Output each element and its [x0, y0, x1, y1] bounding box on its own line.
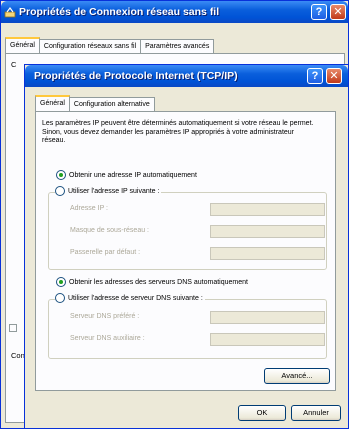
- inner-title-text: Propriétés de Protocole Internet (TCP/IP…: [34, 70, 238, 82]
- inner-tab-panel: Les paramètres IP peuvent être déterminé…: [35, 111, 336, 391]
- outer-close-button[interactable]: ✕: [330, 4, 346, 20]
- ip-manual-radio[interactable]: Utiliser l'adresse IP suivante :: [55, 186, 162, 196]
- dns-groupbox: [48, 299, 327, 359]
- ip-address-input[interactable]: [210, 203, 325, 216]
- cancel-button[interactable]: Annuler: [291, 405, 341, 421]
- ip-address-row: Adresse IP :: [70, 203, 325, 217]
- inner-tab-alternative-config[interactable]: Configuration alternative: [68, 97, 155, 111]
- ok-button[interactable]: OK: [238, 405, 286, 421]
- subnet-mask-label: Masque de sous-réseau :: [70, 227, 149, 234]
- outer-tab-advanced[interactable]: Paramètres avancés: [140, 39, 215, 53]
- alternate-dns-label: Serveur DNS auxiliaire :: [70, 335, 145, 342]
- ip-description: Les paramètres IP peuvent être déterminé…: [42, 120, 314, 144]
- outer-partial-text: Con: [11, 351, 25, 360]
- dns-auto-radio-dot: [56, 277, 66, 287]
- network-icon: [4, 7, 16, 18]
- ip-manual-label: Utiliser l'adresse IP suivante :: [68, 187, 160, 195]
- ip-manual-radio-dot: [55, 186, 65, 196]
- preferred-dns-row: Serveur DNS préféré :: [70, 311, 325, 325]
- subnet-mask-input[interactable]: [210, 225, 325, 238]
- ip-auto-radio[interactable]: Obtenir une adresse IP automatiquement: [56, 170, 197, 180]
- alternate-dns-row: Serveur DNS auxiliaire :: [70, 333, 325, 347]
- advanced-button[interactable]: Avancé...: [264, 368, 330, 384]
- ip-auto-radio-dot: [56, 170, 66, 180]
- inner-title-bar[interactable]: Propriétés de Protocole Internet (TCP/IP…: [25, 65, 348, 87]
- alternate-dns-input[interactable]: [210, 333, 325, 346]
- outer-title-text: Propriétés de Connexion réseau sans fil: [19, 6, 220, 18]
- outer-help-button[interactable]: ?: [311, 4, 327, 20]
- gateway-label: Passerelle par défaut :: [70, 249, 141, 256]
- inner-help-button[interactable]: ?: [307, 68, 323, 84]
- ip-auto-label: Obtenir une adresse IP automatiquement: [69, 171, 197, 179]
- gateway-row: Passerelle par défaut :: [70, 247, 325, 261]
- dns-auto-radio[interactable]: Obtenir les adresses des serveurs DNS au…: [56, 277, 248, 287]
- gateway-input[interactable]: [210, 247, 325, 260]
- preferred-dns-input[interactable]: [210, 311, 325, 324]
- inner-tab-strip: Général Configuration alternative: [35, 95, 155, 111]
- ip-address-label: Adresse IP :: [70, 205, 109, 212]
- dns-manual-radio-dot: [55, 293, 65, 303]
- outer-partial-checkbox[interactable]: [9, 324, 17, 332]
- outer-title-bar[interactable]: Propriétés de Connexion réseau sans fil: [1, 1, 348, 23]
- dns-manual-label: Utiliser l'adresse de serveur DNS suivan…: [68, 294, 203, 302]
- inner-close-button[interactable]: ✕: [326, 68, 342, 84]
- dns-manual-radio[interactable]: Utiliser l'adresse de serveur DNS suivan…: [55, 293, 205, 303]
- dns-auto-label: Obtenir les adresses des serveurs DNS au…: [69, 278, 248, 286]
- tcpip-properties-dialog: Propriétés de Protocole Internet (TCP/IP…: [24, 64, 349, 429]
- outer-tab-wireless-config[interactable]: Configuration réseaux sans fil: [38, 39, 142, 53]
- outer-tab-general[interactable]: Général: [5, 37, 40, 53]
- inner-tab-general[interactable]: Général: [35, 95, 70, 111]
- outer-tab-strip: Général Configuration réseaux sans fil P…: [5, 37, 215, 53]
- preferred-dns-label: Serveur DNS préféré :: [70, 313, 140, 320]
- subnet-mask-row: Masque de sous-réseau :: [70, 225, 325, 239]
- outer-partial-label: C: [11, 60, 17, 69]
